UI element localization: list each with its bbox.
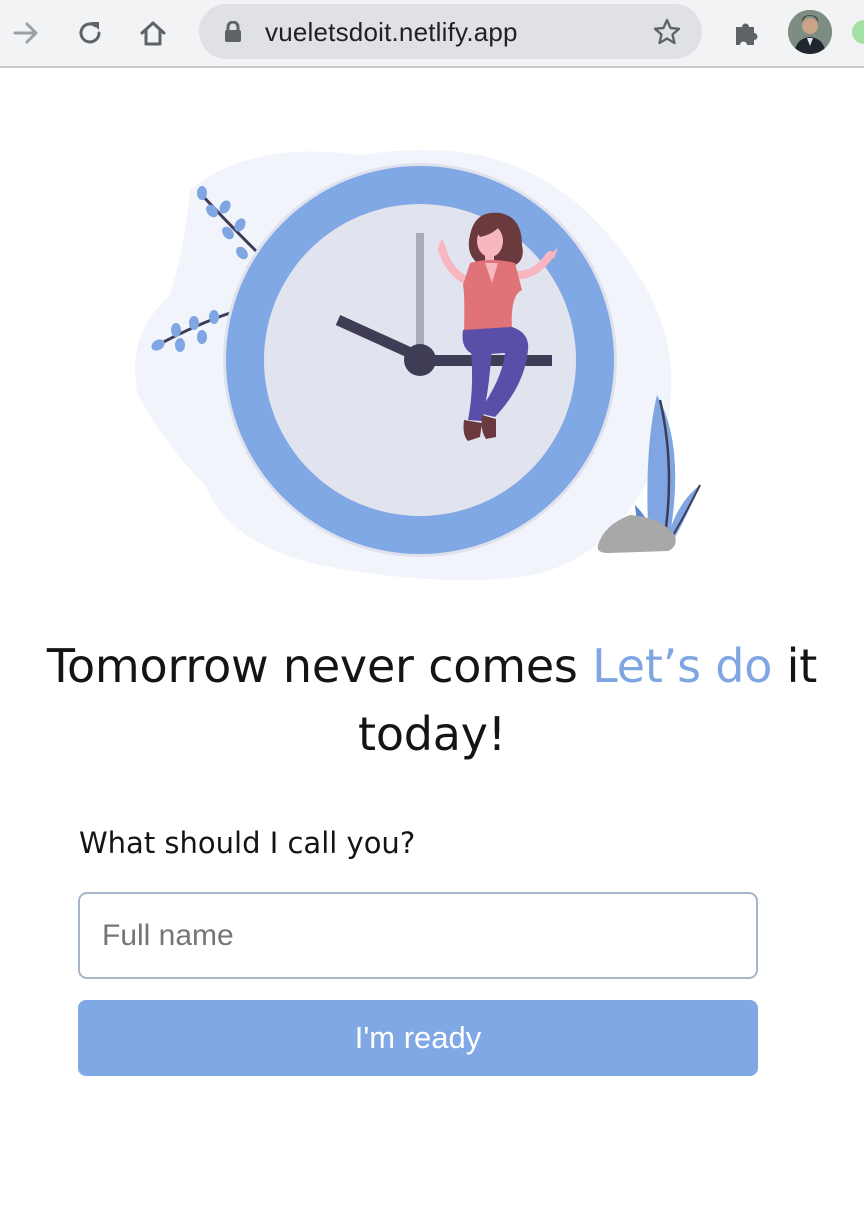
profile-photo-icon: [788, 10, 832, 54]
home-icon: [140, 21, 166, 46]
bookmark-star-icon[interactable]: [652, 17, 682, 47]
clock-illustration: [135, 150, 701, 581]
home-button[interactable]: [135, 15, 171, 51]
extension-status-dot: [852, 20, 864, 44]
name-label: What should I call you?: [79, 826, 416, 860]
forward-arrow-icon: [13, 22, 38, 44]
reload-icon: [79, 22, 101, 44]
browser-toolbar: vueletsdoit.netlify.app: [0, 0, 864, 68]
ready-button[interactable]: I'm ready: [78, 1000, 758, 1076]
headline-accent: Let’s do: [592, 639, 773, 693]
full-name-input[interactable]: [78, 892, 758, 979]
headline: Tomorrow never comes Let’s do it today!: [40, 632, 824, 768]
minute-hand: [416, 233, 424, 353]
profile-avatar[interactable]: [788, 10, 832, 54]
reload-button[interactable]: [72, 15, 108, 51]
address-bar[interactable]: vueletsdoit.netlify.app: [199, 4, 702, 59]
puzzle-icon: [736, 23, 758, 45]
extensions-button[interactable]: [728, 15, 764, 51]
forward-button[interactable]: [8, 15, 44, 51]
headline-text-start: Tomorrow never comes: [46, 639, 593, 693]
url-text: vueletsdoit.netlify.app: [265, 17, 518, 47]
clock-center: [404, 344, 436, 376]
lock-icon: [225, 21, 241, 42]
